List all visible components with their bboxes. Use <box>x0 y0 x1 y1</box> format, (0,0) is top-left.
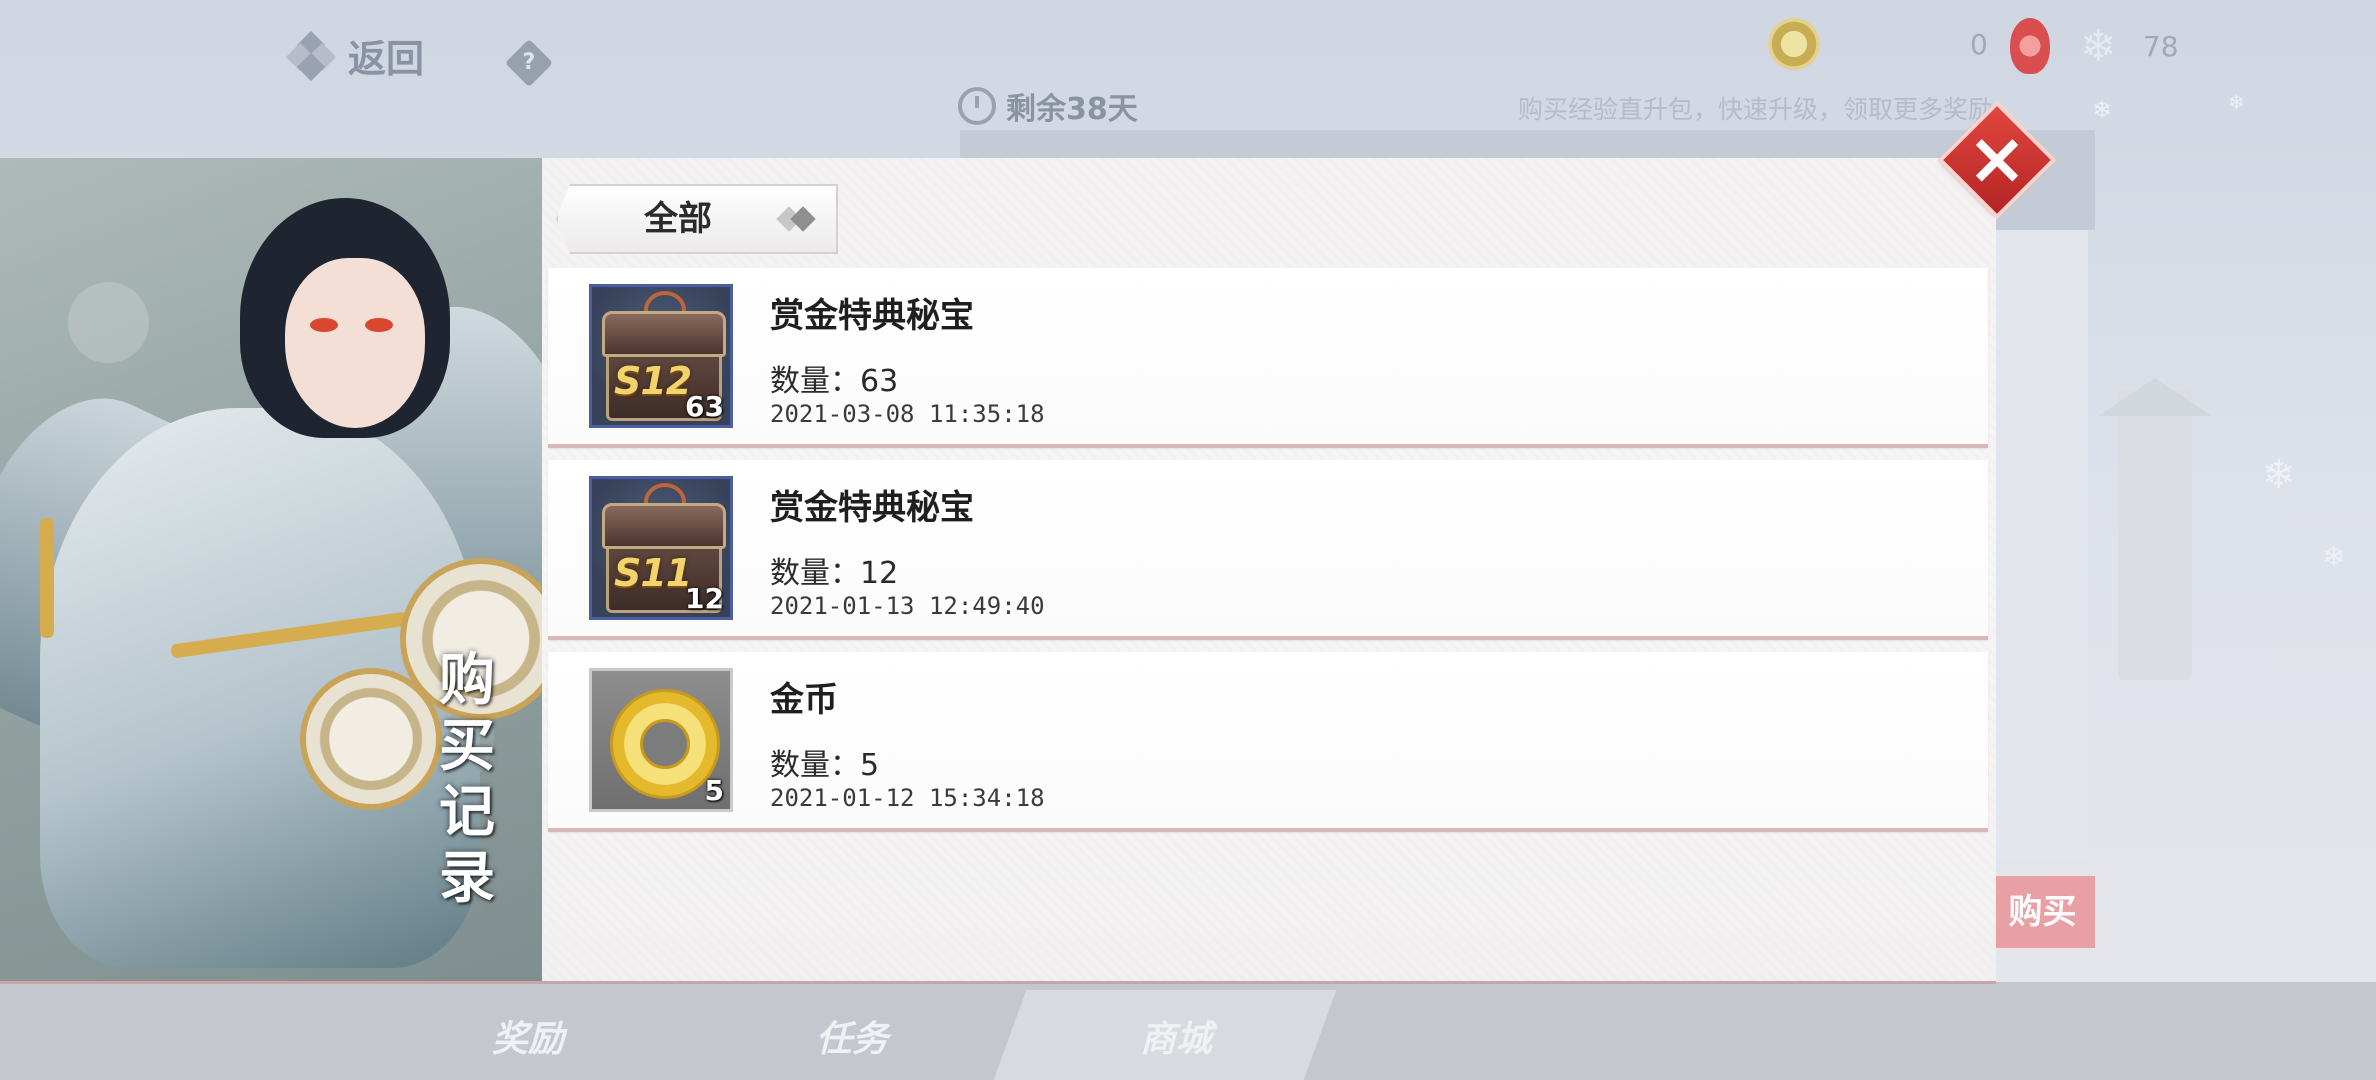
chest-s12-icon: S12 63 <box>589 284 733 428</box>
record-row: S11 12 赏金特典秘宝 数量：12 2021-01-13 12:49:40 <box>548 460 1988 640</box>
record-row: S12 63 赏金特典秘宝 数量：63 2021-03-08 11:35:18 <box>548 268 1988 448</box>
snowflake-icon: ❄ <box>2228 90 2245 114</box>
back-icon <box>285 30 337 81</box>
purchase-time: 2021-01-12 15:34:18 <box>770 784 1045 812</box>
chest-s11-icon: S11 12 <box>589 476 733 620</box>
close-icon: × <box>1966 116 2028 200</box>
stone-lantern <box>2118 390 2192 680</box>
currency-1: 0 <box>1768 18 1988 70</box>
category-filter-dropdown[interactable]: 全部 <box>556 184 838 254</box>
tab-rewards[interactable]: 奖励 <box>492 1010 564 1062</box>
tab-tasks[interactable]: 任务 <box>816 1010 888 1062</box>
timer-label: 剩余38天 <box>1006 92 1138 127</box>
coin-icon <box>1768 18 1820 70</box>
quantity-badge: 63 <box>685 390 724 423</box>
dropdown-arrow-icon <box>776 204 816 234</box>
background-task-column <box>1990 230 2088 860</box>
purchase-records-dialog: 购买记录 全部 S12 63 赏金特典秘宝 数量：63 2021-03-08 1… <box>0 158 1996 986</box>
season-timer: 剩余38天 <box>958 84 1138 128</box>
snowflake-icon: ❄ <box>2322 540 2346 573</box>
chest-tag: S12 <box>614 359 692 403</box>
gold-coin-icon: 5 <box>589 668 733 812</box>
snowflake-icon: ❄ <box>2080 20 2117 72</box>
currency-1-value: 0 <box>1970 27 1988 61</box>
quantity-badge: 5 <box>704 774 724 807</box>
dialog-title: 购买记录 <box>439 648 495 911</box>
snowflake-icon: ❄ <box>2092 96 2113 124</box>
purchase-time: 2021-03-08 11:35:18 <box>770 400 1045 428</box>
back-label: 返回 <box>348 37 425 81</box>
currency-2-value: 78 <box>2142 29 2179 63</box>
item-name: 赏金特典秘宝 <box>770 296 974 336</box>
record-list-panel: 全部 S12 63 赏金特典秘宝 数量：63 2021-03-08 11:35:… <box>542 158 1996 984</box>
promo-hint: 购买经验直升包，快速升级，领取更多奖励 <box>1518 95 1994 124</box>
snowflake-icon: ❄ <box>2262 452 2296 498</box>
back-button[interactable]: 返回 <box>285 28 425 83</box>
purchase-time: 2021-01-13 12:49:40 <box>770 592 1045 620</box>
quantity-badge: 12 <box>685 582 724 615</box>
currency-2: ❄ 78 <box>2010 18 2179 74</box>
item-name: 赏金特典秘宝 <box>770 488 974 528</box>
item-quantity: 数量：63 <box>770 364 899 399</box>
clock-icon <box>958 87 996 125</box>
help-icon[interactable]: ? <box>504 38 554 88</box>
tab-shop[interactable]: 商城 <box>1140 1010 1212 1062</box>
chest-tag: S11 <box>614 551 692 595</box>
item-quantity: 数量：12 <box>770 556 899 591</box>
red-token-icon <box>2010 18 2050 74</box>
close-button[interactable]: × <box>1943 106 2051 214</box>
item-quantity: 数量：5 <box>770 748 880 783</box>
record-row: 5 金币 数量：5 2021-01-12 15:34:18 <box>548 652 1988 832</box>
background-buy-button[interactable]: 购买 <box>1990 876 2095 948</box>
filter-selected-label: 全部 <box>644 199 712 239</box>
item-name: 金币 <box>770 680 838 720</box>
character-illustration: 购买记录 <box>0 158 542 984</box>
